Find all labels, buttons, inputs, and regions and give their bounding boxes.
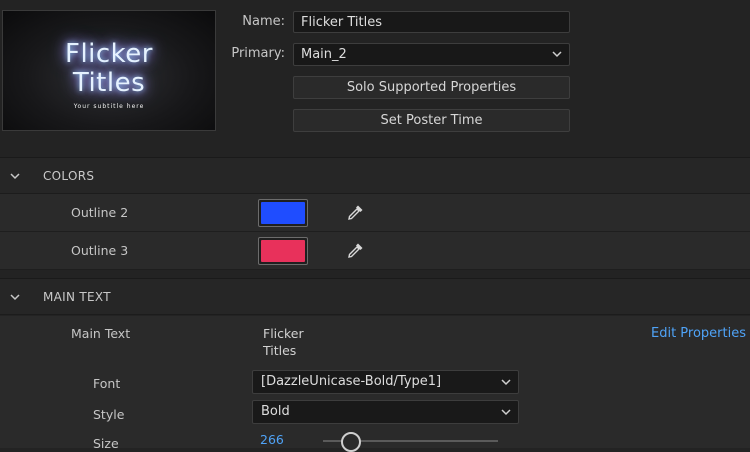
color-swatch-outline-3[interactable]: [258, 237, 308, 265]
swatch-fill: [261, 240, 305, 262]
edit-properties-link[interactable]: Edit Properties: [651, 326, 746, 341]
chevron-down-icon: [552, 51, 562, 58]
swatch-fill: [261, 202, 305, 224]
main-text-value[interactable]: Flicker Titles: [263, 325, 343, 359]
preview-subtitle: Your subtitle here: [73, 103, 145, 110]
color-label: Outline 3: [71, 243, 129, 258]
font-label: Font: [93, 376, 121, 391]
eyedropper-icon[interactable]: [345, 241, 365, 261]
primary-select[interactable]: Main_2: [293, 43, 570, 66]
style-select[interactable]: Bold: [252, 400, 519, 424]
primary-label: Primary:: [231, 46, 285, 61]
font-select-value: [DazzleUnicase-Bold/Type1]: [261, 374, 442, 389]
color-row-outline-2: Outline 2: [0, 194, 750, 232]
size-value[interactable]: 266: [260, 432, 284, 447]
set-poster-time-button[interactable]: Set Poster Time: [293, 109, 570, 132]
main-text-value-line1: Flicker: [263, 326, 304, 341]
solo-supported-properties-button[interactable]: Solo Supported Properties: [293, 76, 570, 99]
size-slider-thumb[interactable]: [341, 432, 361, 452]
preview-title-line1: Flicker: [64, 39, 153, 69]
chevron-down-icon: [501, 409, 511, 416]
size-label: Size: [93, 436, 119, 451]
main-text-section-header[interactable]: MAIN TEXT: [0, 278, 750, 315]
chevron-down-icon: [10, 173, 20, 180]
template-preview-thumbnail: Flicker Titles Your subtitle here: [2, 10, 216, 131]
section-title: MAIN TEXT: [43, 290, 111, 304]
color-row-outline-3: Outline 3: [0, 232, 750, 270]
name-field[interactable]: Flicker Titles: [293, 11, 570, 33]
main-text-label: Main Text: [71, 326, 131, 341]
preview-title-line2: Titles: [72, 68, 146, 98]
eyedropper-icon[interactable]: [345, 203, 365, 223]
style-select-value: Bold: [261, 404, 290, 419]
color-label: Outline 2: [71, 205, 129, 220]
name-label: Name:: [242, 14, 285, 29]
section-title: COLORS: [43, 169, 95, 183]
colors-section-header[interactable]: COLORS: [0, 157, 750, 194]
chevron-down-icon: [10, 294, 20, 301]
color-swatch-outline-2[interactable]: [258, 199, 308, 227]
primary-select-value: Main_2: [301, 47, 347, 62]
style-label: Style: [93, 407, 125, 422]
main-text-properties: Main Text Flicker Titles Edit Properties…: [0, 316, 750, 452]
font-select[interactable]: [DazzleUnicase-Bold/Type1]: [252, 370, 519, 394]
main-text-value-line2: Titles: [263, 343, 297, 358]
chevron-down-icon: [501, 379, 511, 386]
